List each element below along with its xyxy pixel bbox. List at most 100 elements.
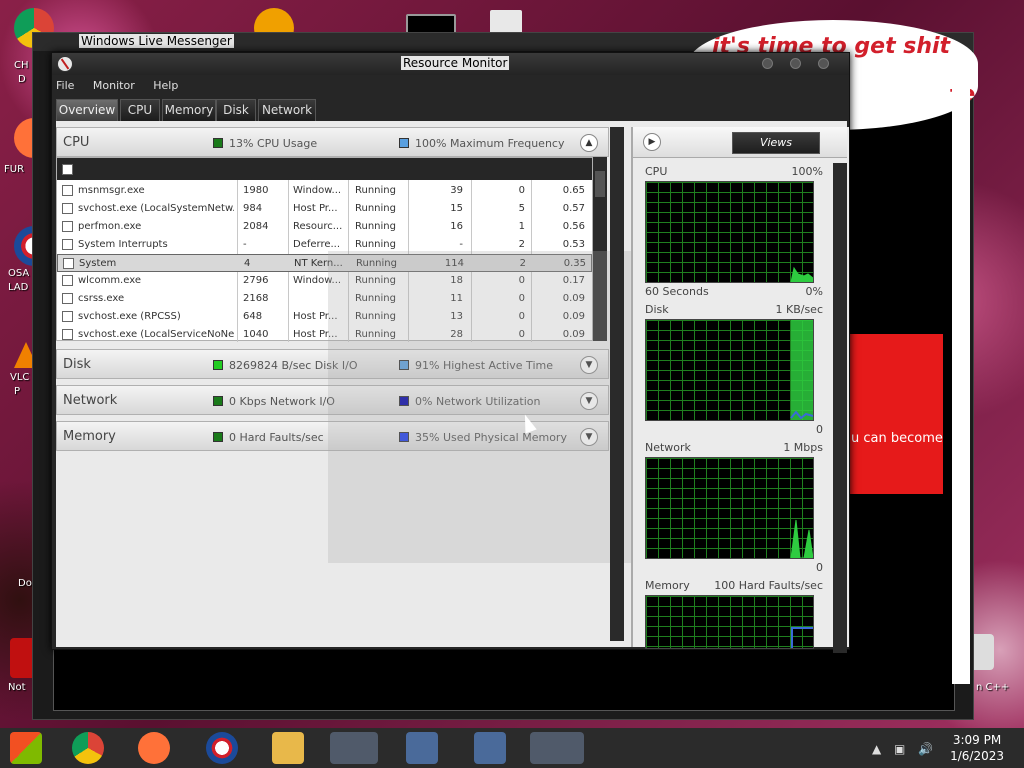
cpu-section-title: CPU bbox=[63, 135, 90, 150]
desktop-label: OSA bbox=[8, 268, 30, 279]
desktop-label: CH bbox=[14, 60, 29, 71]
volume-icon[interactable]: 🔊 bbox=[918, 742, 933, 756]
disk-graph-title: Disk bbox=[645, 303, 669, 316]
table-row[interactable]: svchost.exe (LocalSystemNetw... 984 Host P… bbox=[57, 200, 592, 218]
graphs-scrollbar[interactable] bbox=[833, 163, 847, 653]
desktop-label: P bbox=[14, 386, 21, 397]
table-header bbox=[57, 158, 592, 180]
select-all-checkbox[interactable] bbox=[62, 164, 73, 175]
tab-overview[interactable]: Overview bbox=[56, 99, 118, 122]
menu-help[interactable]: Help bbox=[153, 79, 178, 92]
cell-pid: 2168 bbox=[243, 293, 269, 304]
table-row[interactable]: perfmon.exe 2084 Resourc... Running 16 1 0.56 bbox=[57, 218, 592, 236]
title-bar[interactable]: Resource Monitor bbox=[52, 53, 849, 75]
chevron-right-icon[interactable]: ▶ bbox=[643, 133, 661, 151]
window-title: Resource Monitor bbox=[401, 56, 510, 70]
mem-faults-text: 0 Hard Faults/sec bbox=[229, 431, 324, 444]
disk-graph bbox=[645, 319, 814, 421]
network-graph-max: 1 Mbps bbox=[783, 441, 823, 454]
network-graph-title: Network bbox=[645, 441, 691, 454]
clock[interactable]: 3:09 PM 1/6/2023 bbox=[950, 732, 1004, 764]
setup-taskbar-icon-1[interactable] bbox=[406, 732, 438, 764]
cell-avg: 0.56 bbox=[562, 221, 585, 232]
row-checkbox[interactable] bbox=[62, 239, 73, 250]
clock-time: 3:09 PM bbox=[952, 733, 1002, 747]
cell-desc: Deferre... bbox=[293, 239, 341, 250]
chrome-taskbar-icon[interactable] bbox=[72, 732, 104, 764]
obama-logo-taskbar-icon[interactable] bbox=[206, 732, 238, 764]
menu-monitor[interactable]: Monitor bbox=[93, 79, 135, 92]
firefox-taskbar-icon[interactable] bbox=[138, 732, 170, 764]
cpu-freq-swatch bbox=[399, 138, 409, 148]
desktop-label: D bbox=[18, 74, 26, 85]
tab-network[interactable]: Network bbox=[258, 99, 316, 122]
cell-threads: - bbox=[459, 239, 463, 250]
cell-cpu: 1 bbox=[518, 221, 525, 232]
close-button[interactable] bbox=[818, 58, 829, 69]
cell-desc: Host Pr... bbox=[293, 203, 338, 214]
net-io-swatch bbox=[213, 396, 223, 406]
left-panel-scrollbar[interactable] bbox=[610, 127, 624, 641]
maximize-button[interactable] bbox=[790, 58, 801, 69]
row-checkbox[interactable] bbox=[62, 329, 73, 340]
cell-pid: 2796 bbox=[243, 275, 269, 286]
row-checkbox[interactable] bbox=[62, 293, 73, 304]
cell-cpu: 5 bbox=[518, 203, 525, 214]
minimize-button[interactable] bbox=[762, 58, 773, 69]
overview-content: CPU 13% CPU Usage 100% Maximum Frequency… bbox=[56, 121, 849, 653]
cell-image: svchost.exe (LocalServiceNoNe... bbox=[78, 329, 234, 340]
tab-memory[interactable]: Memory bbox=[162, 99, 216, 122]
show-hidden-icons-chevron-up-icon[interactable]: ▲ bbox=[872, 742, 881, 756]
row-checkbox[interactable] bbox=[62, 221, 73, 232]
setup-taskbar-icon-2[interactable] bbox=[474, 732, 506, 764]
menu-file[interactable]: File bbox=[56, 79, 74, 92]
cell-image: csrss.exe bbox=[78, 293, 125, 304]
cpu-graph-foot-right: 0% bbox=[805, 285, 823, 298]
table-row[interactable]: msnmsgr.exe 1980 Window... Running 39 0 0.65 bbox=[57, 182, 592, 200]
views-toolbar: ▶ Views bbox=[633, 127, 847, 158]
graphs-panel: ▶ Views CPU 100% 60 Seconds 0% Disk 1 KB… bbox=[631, 127, 849, 653]
cpu-graph-max: 100% bbox=[791, 165, 823, 178]
desktop-label: Do bbox=[18, 578, 32, 589]
resource-monitor-taskbar-icon[interactable] bbox=[530, 732, 584, 764]
cell-pid: 1980 bbox=[243, 185, 269, 196]
cell-status: Running bbox=[355, 239, 396, 250]
cpu-section-header[interactable]: CPU 13% CPU Usage 100% Maximum Frequency… bbox=[56, 127, 609, 157]
cell-desc: Window... bbox=[293, 185, 342, 196]
memory-graph bbox=[645, 595, 814, 649]
collapse-chevron-up-icon[interactable]: ▲ bbox=[580, 134, 598, 152]
red-banner: u can become bbox=[848, 334, 943, 494]
network-icon[interactable]: ▣ bbox=[894, 742, 905, 756]
cell-pid: 1040 bbox=[243, 329, 269, 340]
disk-graph-max: 1 KB/sec bbox=[775, 303, 823, 316]
desktop-label: LAD bbox=[8, 282, 29, 293]
resource-monitor-window[interactable]: Resource Monitor File Monitor Help Overv… bbox=[51, 52, 850, 653]
row-checkbox[interactable] bbox=[63, 258, 74, 269]
window-edge bbox=[952, 78, 970, 684]
tab-disk[interactable]: Disk bbox=[216, 99, 256, 122]
tab-cpu[interactable]: CPU bbox=[120, 99, 160, 122]
messenger-taskbar-icon[interactable] bbox=[330, 732, 378, 764]
file-explorer-icon[interactable] bbox=[272, 732, 304, 764]
cpu-usage-swatch bbox=[213, 138, 223, 148]
cpu-graph-foot-left: 60 Seconds bbox=[645, 285, 709, 298]
scrollbar-thumb[interactable] bbox=[595, 171, 605, 197]
cell-image: System bbox=[79, 258, 117, 269]
views-button[interactable]: Views bbox=[732, 132, 820, 154]
row-checkbox[interactable] bbox=[62, 185, 73, 196]
row-checkbox[interactable] bbox=[62, 311, 73, 322]
cell-image: perfmon.exe bbox=[78, 221, 142, 232]
cell-pid: 984 bbox=[243, 203, 263, 214]
cell-avg: 0.57 bbox=[562, 203, 585, 214]
cell-image: svchost.exe (RPCSS) bbox=[78, 311, 181, 322]
disk-io-swatch bbox=[213, 360, 223, 370]
network-graph-foot-right: 0 bbox=[816, 561, 823, 574]
cell-status: Running bbox=[355, 185, 396, 196]
row-checkbox[interactable] bbox=[62, 275, 73, 286]
desktop-label: FUR bbox=[4, 164, 25, 175]
cell-image: System Interrupts bbox=[78, 239, 168, 250]
row-checkbox[interactable] bbox=[62, 203, 73, 214]
desktop-label: VLC bbox=[10, 372, 30, 383]
messenger-title: Windows Live Messenger bbox=[79, 34, 234, 48]
start-button[interactable] bbox=[10, 732, 42, 764]
